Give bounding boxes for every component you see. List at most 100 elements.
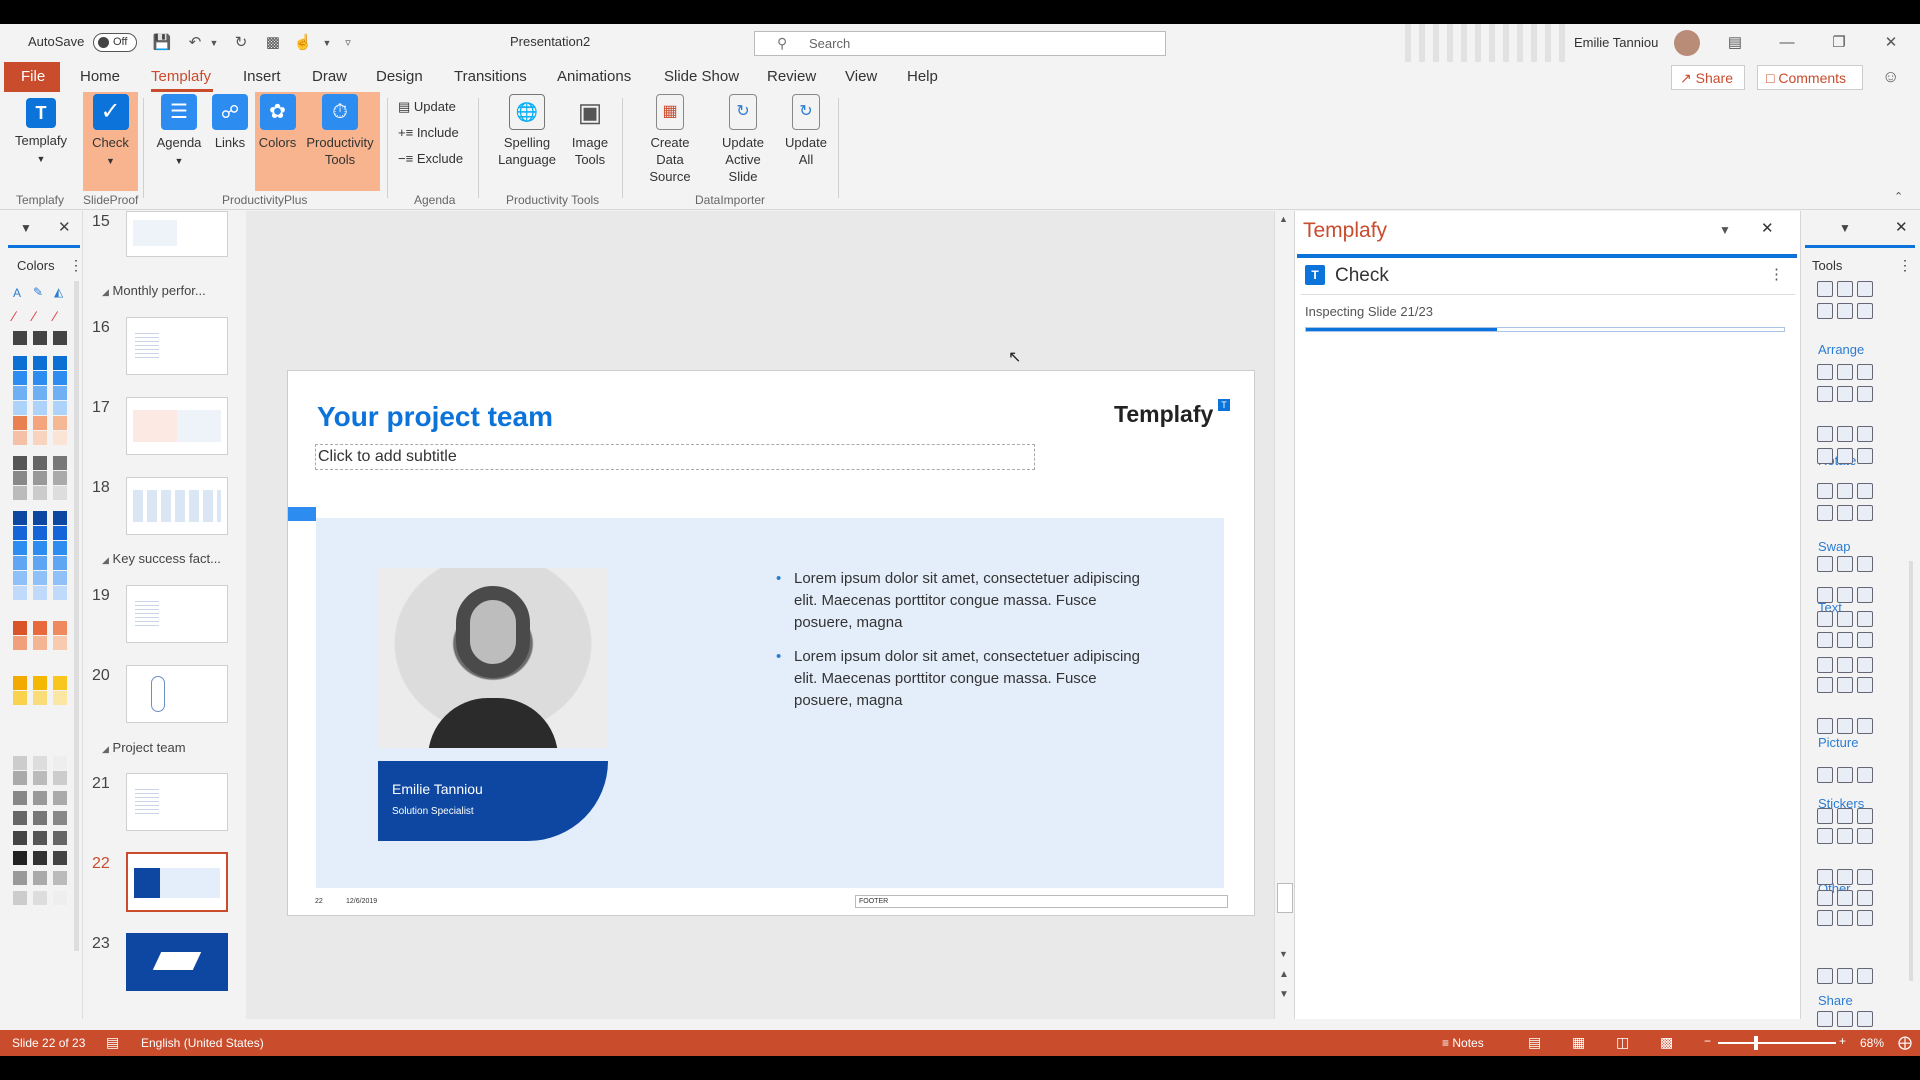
tool-icon[interactable] bbox=[1837, 386, 1853, 402]
tool-icon[interactable] bbox=[1857, 828, 1873, 844]
restore-icon[interactable]: ❐ bbox=[1829, 33, 1849, 53]
tab-help[interactable]: Help bbox=[907, 68, 938, 85]
color-swatch[interactable] bbox=[33, 401, 47, 415]
tab-home[interactable]: Home bbox=[80, 68, 120, 85]
color-swatch[interactable] bbox=[13, 416, 27, 430]
tab-slide-show[interactable]: Slide Show bbox=[664, 68, 739, 85]
tool-icon[interactable] bbox=[1817, 426, 1833, 442]
color-swatch[interactable] bbox=[53, 556, 67, 570]
color-swatch[interactable] bbox=[53, 871, 67, 885]
tool-icon[interactable] bbox=[1837, 556, 1853, 572]
tool-icon[interactable] bbox=[1837, 968, 1853, 984]
tool-icon[interactable] bbox=[1837, 767, 1853, 783]
tool-icon[interactable] bbox=[1857, 386, 1873, 402]
color-swatch[interactable] bbox=[53, 356, 67, 370]
tool-icon[interactable] bbox=[1857, 448, 1873, 464]
color-swatch[interactable] bbox=[13, 891, 27, 905]
slide-thumbnail-15[interactable] bbox=[126, 211, 228, 257]
color-swatch[interactable] bbox=[33, 811, 47, 825]
color-swatch[interactable] bbox=[13, 756, 27, 770]
vertical-scrollbar[interactable]: ▲ ▼ ▲ ▼ bbox=[1274, 211, 1294, 1019]
color-swatch[interactable] bbox=[33, 636, 47, 650]
tool-icon[interactable] bbox=[1837, 281, 1853, 297]
agenda-button[interactable]: ☰ Agenda ▼ bbox=[152, 94, 206, 170]
user-name[interactable]: Emilie Tanniou bbox=[1574, 35, 1658, 50]
color-swatch[interactable] bbox=[53, 541, 67, 555]
scrollbar[interactable] bbox=[1909, 561, 1913, 981]
color-swatch[interactable] bbox=[33, 456, 47, 470]
name-card[interactable]: Emilie Tanniou Solution Specialist bbox=[378, 761, 608, 841]
include-button[interactable]: +≡ Include bbox=[398, 125, 459, 140]
tab-file[interactable]: File bbox=[4, 62, 60, 92]
tool-icon[interactable] bbox=[1837, 611, 1853, 627]
tool-icon[interactable] bbox=[1857, 303, 1873, 319]
slide-thumbnail-17[interactable] bbox=[126, 397, 228, 455]
color-swatch[interactable] bbox=[33, 571, 47, 585]
zoom-slider-thumb[interactable] bbox=[1754, 1036, 1759, 1050]
slide-thumbnail-16[interactable] bbox=[126, 317, 228, 375]
present-icon[interactable]: ▩ bbox=[263, 33, 283, 53]
color-swatch[interactable] bbox=[53, 526, 67, 540]
tool-icon[interactable] bbox=[1817, 1011, 1833, 1027]
tab-review[interactable]: Review bbox=[767, 68, 816, 85]
tool-icon[interactable] bbox=[1817, 718, 1833, 734]
tool-icon[interactable] bbox=[1837, 677, 1853, 693]
zoom-in-icon[interactable]: + bbox=[1839, 1034, 1846, 1048]
color-swatch[interactable] bbox=[53, 331, 67, 345]
tool-icon[interactable] bbox=[1837, 632, 1853, 648]
tool-icon[interactable] bbox=[1837, 483, 1853, 499]
color-swatch[interactable] bbox=[53, 676, 67, 690]
scrollbar-thumb[interactable] bbox=[1277, 883, 1293, 913]
tool-icon[interactable] bbox=[1857, 483, 1873, 499]
tool-icon[interactable] bbox=[1817, 890, 1833, 906]
slide-canvas[interactable]: Your project team Templafy T Click to ad… bbox=[287, 370, 1255, 916]
create-data-source-button[interactable]: ▦ Create Data Source bbox=[632, 94, 708, 185]
tool-icon[interactable] bbox=[1837, 587, 1853, 603]
tool-icon[interactable] bbox=[1817, 611, 1833, 627]
color-swatch[interactable] bbox=[33, 471, 47, 485]
tool-icon[interactable] bbox=[1857, 657, 1873, 673]
color-swatch[interactable] bbox=[53, 891, 67, 905]
tab-insert[interactable]: Insert bbox=[243, 68, 281, 85]
fit-to-window-icon[interactable]: ⨁ bbox=[1898, 1034, 1912, 1051]
search-input[interactable]: ⚲ Search bbox=[754, 31, 1166, 56]
color-swatch[interactable] bbox=[33, 691, 47, 705]
chevron-down-icon[interactable]: ▼ bbox=[204, 33, 224, 53]
slide-title[interactable]: Your project team bbox=[317, 401, 553, 433]
tool-icon[interactable] bbox=[1857, 632, 1873, 648]
tool-icon[interactable] bbox=[1817, 505, 1833, 521]
tab-transitions[interactable]: Transitions bbox=[454, 68, 527, 85]
color-swatch[interactable] bbox=[53, 621, 67, 635]
tool-icon[interactable] bbox=[1857, 718, 1873, 734]
avatar[interactable] bbox=[1674, 30, 1700, 56]
ribbon-display-icon[interactable]: ▤ bbox=[1725, 33, 1745, 53]
tool-icon[interactable] bbox=[1837, 364, 1853, 380]
color-swatches[interactable] bbox=[0, 211, 83, 1019]
close-icon[interactable]: ✕ bbox=[1881, 33, 1901, 53]
tool-icon[interactable] bbox=[1857, 426, 1873, 442]
color-swatch[interactable] bbox=[33, 356, 47, 370]
color-swatch[interactable] bbox=[33, 586, 47, 600]
color-swatch[interactable] bbox=[13, 811, 27, 825]
color-swatch[interactable] bbox=[53, 571, 67, 585]
comments-button[interactable]: □ Comments bbox=[1757, 65, 1863, 90]
links-button[interactable]: ☍ Links bbox=[209, 94, 251, 151]
color-swatch[interactable] bbox=[33, 541, 47, 555]
colors-button[interactable]: ✿ Colors bbox=[255, 94, 300, 151]
more-options-icon[interactable]: ⋮ bbox=[1769, 265, 1784, 283]
subtitle-placeholder[interactable]: Click to add subtitle bbox=[315, 444, 1035, 470]
scroll-up-icon[interactable]: ▲ bbox=[1279, 214, 1288, 224]
tool-icon[interactable] bbox=[1817, 632, 1833, 648]
section-key-success[interactable]: ◢ Key success fact... bbox=[102, 551, 221, 566]
color-swatch[interactable] bbox=[13, 371, 27, 385]
zoom-level[interactable]: 68% bbox=[1860, 1036, 1884, 1050]
chevron-down-icon[interactable]: ▼ bbox=[317, 33, 337, 53]
tool-icon[interactable] bbox=[1857, 505, 1873, 521]
color-swatch[interactable] bbox=[13, 676, 27, 690]
color-swatch[interactable] bbox=[53, 791, 67, 805]
templafy-button[interactable]: T Templafy ▼ bbox=[10, 94, 72, 168]
tool-icon[interactable] bbox=[1817, 587, 1833, 603]
color-swatch[interactable] bbox=[13, 526, 27, 540]
tool-icon[interactable] bbox=[1837, 718, 1853, 734]
undo-icon[interactable]: ↶ bbox=[185, 33, 205, 53]
